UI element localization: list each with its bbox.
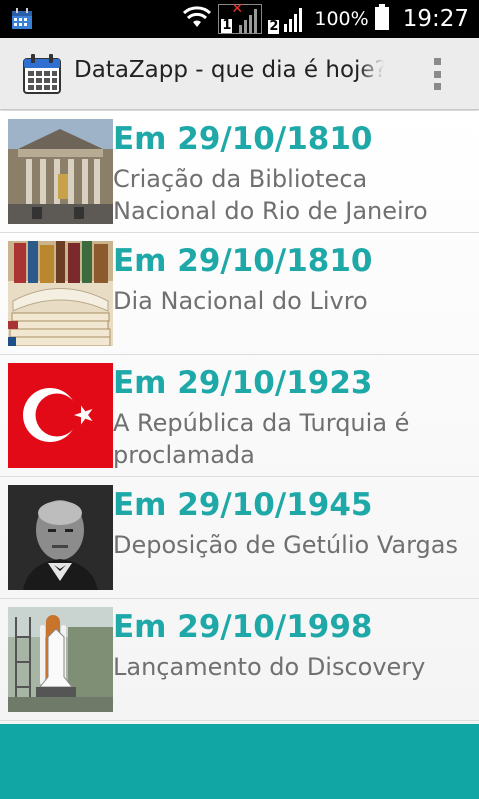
- event-description: Lançamento do Discovery: [113, 653, 426, 681]
- calendar-app-icon[interactable]: [22, 53, 62, 95]
- getulio-vargas-portrait: [8, 485, 113, 590]
- wifi-icon: [182, 5, 212, 33]
- battery-percent: 100%: [314, 8, 369, 30]
- event-date: Em 29/10/1923: [113, 365, 373, 401]
- clock: 19:27: [402, 6, 469, 32]
- sim2-signal-icon: 2: [268, 4, 308, 34]
- event-description: Deposição de Getúlio Vargas: [113, 531, 458, 559]
- event-description: Dia Nacional do Livro: [113, 287, 368, 315]
- turkey-flag-image: [8, 363, 113, 468]
- battery-icon: [374, 4, 389, 34]
- action-bar: DataZapp - que dia é hoje?: [0, 38, 479, 110]
- list-item[interactable]: Em 29/10/1998 Lançamento do Discovery: [0, 599, 479, 721]
- biblioteca-nacional-image: [8, 119, 113, 224]
- space-shuttle-discovery-image: [8, 607, 113, 712]
- calendar-notification-icon: [10, 7, 34, 31]
- footer-banner: [0, 724, 479, 799]
- list-item[interactable]: Em 29/10/1945 Deposição de Getúlio Varga…: [0, 477, 479, 599]
- event-date: Em 29/10/1810: [113, 121, 373, 157]
- event-date: Em 29/10/1945: [113, 487, 373, 523]
- events-list: Em 29/10/1810 Criação da Biblioteca Naci…: [0, 111, 479, 724]
- event-date: Em 29/10/1810: [113, 243, 373, 279]
- app-title: DataZapp - que dia é hoje?: [74, 57, 384, 83]
- list-item[interactable]: Em 29/10/1923 A República da Turquia é p…: [0, 355, 479, 477]
- event-description: A República da Turquia é proclamada: [113, 409, 410, 469]
- event-description: Criação da Biblioteca Nacional do Rio de…: [113, 165, 428, 225]
- status-bar: 1 ✕ 2 100% 19:27: [0, 0, 479, 38]
- books-image: [8, 241, 113, 346]
- list-item[interactable]: Em 29/10/1810 Criação da Biblioteca Naci…: [0, 111, 479, 233]
- sim1-signal-icon: 1 ✕: [218, 1, 263, 34]
- overflow-menu-icon[interactable]: [426, 54, 448, 94]
- list-item[interactable]: Em 29/10/1810 Dia Nacional do Livro: [0, 233, 479, 355]
- event-date: Em 29/10/1998: [113, 609, 373, 645]
